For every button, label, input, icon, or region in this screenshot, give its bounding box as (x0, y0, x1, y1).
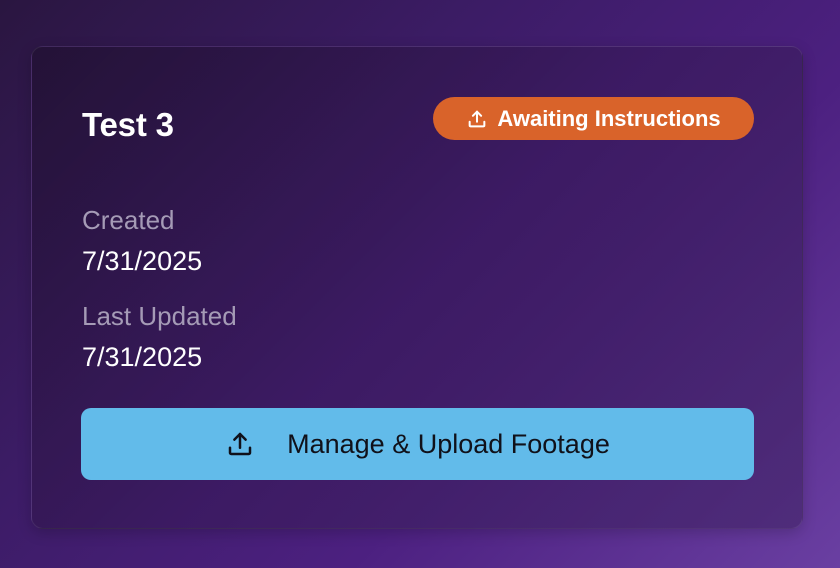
created-label: Created (82, 205, 175, 235)
status-badge-label: Awaiting Instructions (497, 105, 721, 131)
manage-upload-footage-label: Manage & Upload Footage (287, 428, 610, 459)
project-card: Test 3 Awaiting Instructions Created 7/3… (31, 46, 803, 529)
status-badge: Awaiting Instructions (433, 97, 754, 140)
upload-icon (225, 429, 255, 459)
last-updated-label: Last Updated (82, 301, 237, 331)
last-updated-date: 7/31/2025 (82, 342, 203, 372)
upload-icon (466, 108, 488, 130)
created-date: 7/31/2025 (82, 246, 203, 276)
manage-upload-footage-button[interactable]: Manage & Upload Footage (81, 408, 754, 480)
project-title: Test 3 (82, 106, 174, 143)
